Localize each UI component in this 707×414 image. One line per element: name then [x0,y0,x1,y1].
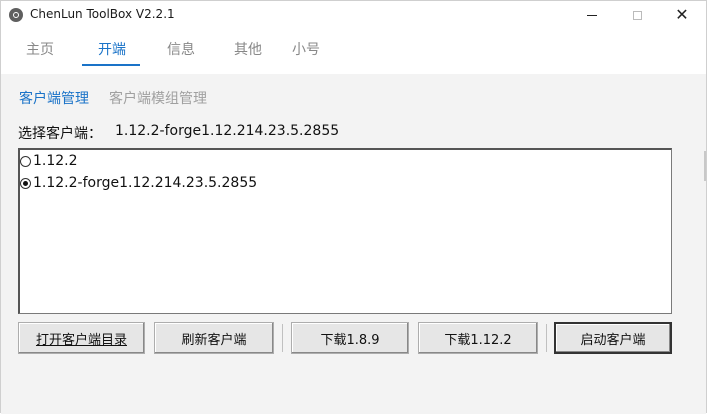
app-window: ChenLun ToolBox V2.2.1 ✕ 主页 开端 信息 其他 小号 … [0,0,707,414]
window-title: ChenLun ToolBox V2.2.1 [30,7,175,21]
tab-other[interactable]: 其他 [234,39,262,59]
refresh-clients-button[interactable]: 刷新客户端 [154,322,274,354]
button-divider [282,324,283,352]
subtab-client-management[interactable]: 客户端管理 [19,88,89,108]
radio-checked-icon[interactable] [20,177,31,189]
client-option-forge[interactable]: 1.12.2-forge1.12.214.23.5.2855 [20,172,257,194]
open-client-dir-label: 打开客户端目录 [35,332,127,348]
tab-start[interactable]: 开端 [98,39,126,59]
close-icon: ✕ [675,5,689,24]
minimize-icon [587,14,597,16]
scrollbar[interactable] [704,151,706,181]
tab-alt-account[interactable]: 小号 [292,39,320,59]
tab-content-panel: 客户端管理 客户端模组管理 选择客户端： 1.12.2-forge1.12.21… [1,74,706,414]
minimize-button[interactable] [569,1,615,29]
subtab-client-mod-management[interactable]: 客户端模组管理 [109,88,207,108]
active-tab-indicator [82,64,140,66]
client-select-value: 1.12.2-forge1.12.214.23.5.2855 [115,123,340,139]
tab-home[interactable]: 主页 [26,39,54,59]
app-logo-icon [9,8,23,22]
button-divider [546,324,547,352]
launch-client-button[interactable]: 启动客户端 [554,322,672,354]
title-bar[interactable]: ChenLun ToolBox V2.2.1 ✕ [1,1,706,29]
download-1-8-9-button[interactable]: 下载1.8.9 [291,322,409,354]
client-option-1-12-2[interactable]: 1.12.2 [20,150,78,172]
radio-icon[interactable] [20,155,31,167]
client-select-label: 选择客户端： [18,126,102,142]
open-client-dir-button[interactable]: 打开客户端目录 [18,322,145,354]
refresh-clients-label: 刷新客户端 [181,332,247,348]
download-1-8-9-label: 下载1.8.9 [320,332,380,348]
client-option-label: 1.12.2 [33,153,78,169]
launch-client-label: 启动客户端 [580,332,646,348]
close-button[interactable]: ✕ [659,1,705,29]
maximize-icon [632,10,642,20]
tab-info[interactable]: 信息 [167,39,195,59]
download-1-12-2-label: 下载1.12.2 [444,332,512,348]
maximize-button[interactable] [614,1,660,29]
download-1-12-2-button[interactable]: 下载1.12.2 [418,322,538,354]
main-tab-bar: 主页 开端 信息 其他 小号 [1,29,706,74]
client-list[interactable]: 1.12.2 1.12.2-forge1.12.214.23.5.2855 [18,148,672,314]
client-option-label: 1.12.2-forge1.12.214.23.5.2855 [33,175,258,191]
